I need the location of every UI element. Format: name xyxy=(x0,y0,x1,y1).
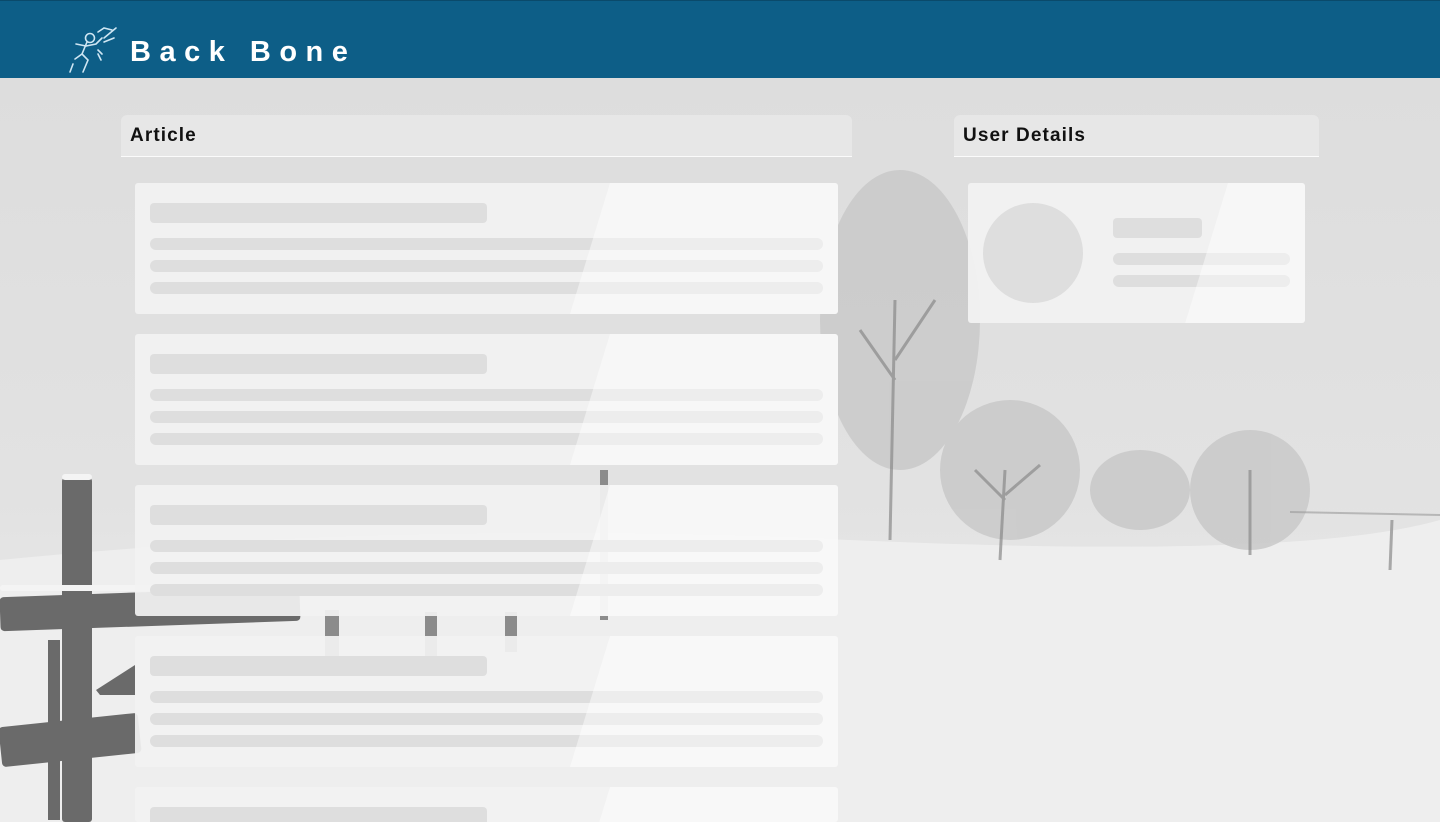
article-section-title: Article xyxy=(130,125,197,146)
skeleton-line xyxy=(150,584,823,596)
skeleton-title xyxy=(150,656,487,676)
skeleton-line xyxy=(150,238,823,250)
skeleton-line xyxy=(150,735,823,747)
skeleton-line xyxy=(150,433,823,445)
skeleton-line xyxy=(150,389,823,401)
skeleton-title xyxy=(150,807,487,822)
skeleton-line xyxy=(150,713,823,725)
article-skeleton-card xyxy=(135,183,838,314)
skeleton-line xyxy=(150,562,823,574)
skeleton-name xyxy=(1113,218,1202,238)
running-figure-icon[interactable] xyxy=(68,24,122,78)
skeleton-line xyxy=(150,282,823,294)
skeleton-line xyxy=(150,260,823,272)
user-details-section-header: User Details xyxy=(954,115,1319,157)
skeleton-line xyxy=(1113,275,1290,287)
article-section-header: Article xyxy=(121,115,852,157)
skeleton-avatar xyxy=(983,203,1083,303)
skeleton-title xyxy=(150,203,487,223)
article-skeleton-card xyxy=(135,787,838,822)
skeleton-title xyxy=(150,505,487,525)
skeleton-title xyxy=(150,354,487,374)
skeleton-line xyxy=(1113,253,1290,265)
app-header: Back Bone xyxy=(0,0,1440,78)
user-skeleton-card xyxy=(968,183,1305,323)
article-skeleton-card xyxy=(135,636,838,767)
user-details-section-title: User Details xyxy=(963,125,1087,146)
skeleton-line xyxy=(150,540,823,552)
skeleton-line xyxy=(150,411,823,423)
article-skeleton-card xyxy=(135,334,838,465)
article-skeleton-card xyxy=(135,485,838,616)
skeleton-line xyxy=(150,691,823,703)
brand-name[interactable]: Back Bone xyxy=(130,34,356,70)
